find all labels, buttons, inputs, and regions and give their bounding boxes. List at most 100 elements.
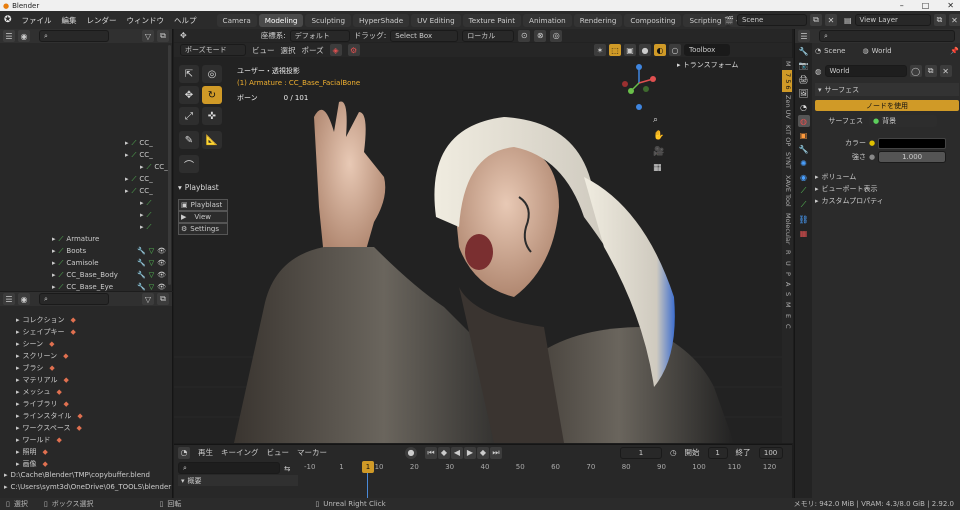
sidetab-xave-tool[interactable]: XAVE Tool <box>782 172 792 210</box>
editor-type-icon[interactable]: ☰ <box>3 30 15 42</box>
keyframe-icon[interactable]: ◈ <box>329 44 342 56</box>
jump-end-icon[interactable]: ⏭ <box>490 446 502 459</box>
sidetab-kit-op[interactable]: KIT OP <box>782 122 792 149</box>
new-collection-icon[interactable]: ⧉ <box>157 30 169 42</box>
zoom-icon[interactable]: ⌕ <box>653 115 664 125</box>
expand-arrow-icon[interactable]: ▸ <box>125 187 129 195</box>
pin-icon[interactable]: 📌 <box>950 47 959 55</box>
relax-tool-icon[interactable]: ⌒ <box>179 155 199 173</box>
surface-panel-header[interactable]: ▾ サーフェス <box>815 83 959 96</box>
delete-scene-icon[interactable]: ✕ <box>824 14 837 26</box>
blend-search-input[interactable]: ⌕ <box>39 293 109 305</box>
drag-dropdown[interactable]: Select Box <box>390 29 459 42</box>
datablock-item[interactable]: ▸ ワールド ◆ <box>0 434 172 446</box>
xray-icon[interactable]: ▣ <box>624 44 636 56</box>
prev-key-icon[interactable]: ◆ <box>438 446 450 459</box>
expand-arrow-icon[interactable]: ▸ <box>140 211 144 219</box>
sidetab-m[interactable]: M <box>782 58 792 70</box>
tab-hypershade[interactable]: HyperShade <box>353 13 410 27</box>
unlink-world-icon[interactable]: ✕ <box>939 65 952 77</box>
vertex-group-icon[interactable]: ▽ <box>149 271 154 279</box>
marker-menu[interactable]: マーカー <box>297 447 327 458</box>
datablock-item[interactable]: ▸ マテリアル ◆ <box>0 374 172 386</box>
use-nodes-button[interactable]: ノードを使用 <box>815 100 959 111</box>
texture-props-icon[interactable]: ▦ <box>798 227 810 239</box>
library-item[interactable]: ▸ C:\Users\symt3d\OneDrive\06_TOOLS\blend… <box>0 481 172 493</box>
physics-props-icon[interactable]: ◉ <box>798 171 810 183</box>
editor-type-icon[interactable]: ☰ <box>798 30 810 42</box>
surface-shader-field[interactable]: ● 背景 <box>869 115 937 127</box>
close-button[interactable]: ✕ <box>947 1 954 10</box>
render-shading-icon[interactable]: ○ <box>669 44 681 56</box>
filter-icon[interactable]: ▽ <box>142 293 154 305</box>
duplicate-world-icon[interactable]: ⧉ <box>924 65 937 77</box>
visibility-eye-icon[interactable]: 👁 <box>157 259 166 267</box>
view-menu[interactable]: ビュー <box>252 45 275 56</box>
datablock-item[interactable]: ▸ スクリーン ◆ <box>0 350 172 362</box>
tab-texture-paint[interactable]: Texture Paint <box>462 13 522 27</box>
blender-menu-icon[interactable]: ✪ <box>4 15 12 25</box>
visibility-eye-icon[interactable]: 👁 <box>157 271 166 279</box>
frame-ruler[interactable]: -10 1 10 20 30 40 50 60 70 80 90 100 110 120 <box>304 462 792 474</box>
editor-type-icon[interactable]: ☰ <box>3 293 15 305</box>
view-menu[interactable]: ビュー <box>267 447 290 458</box>
outliner-row[interactable]: ▸ ⟋ <box>0 197 172 209</box>
swap-icon[interactable]: ⇆ <box>284 464 290 473</box>
playblast-button[interactable]: ▣ Playblast <box>178 199 228 211</box>
tool-props-icon[interactable]: 🔧 <box>798 45 810 57</box>
timeline-search-input[interactable]: ⌕ <box>178 462 280 474</box>
new-scene-icon[interactable]: ⧉ <box>809 14 822 26</box>
modifier-props-icon[interactable]: 🔧 <box>798 143 810 155</box>
view-layer-props-icon[interactable]: 🖼 <box>798 87 810 99</box>
expand-arrow-icon[interactable]: ▸ <box>16 316 20 324</box>
world-name-field[interactable]: World <box>824 65 907 77</box>
transform-tool-icon[interactable]: ✜ <box>202 107 222 125</box>
expand-arrow-icon[interactable]: ▸ <box>125 175 129 183</box>
snap-icon[interactable]: ⊗ <box>534 29 547 42</box>
datablock-item[interactable]: ▸ メッシュ ◆ <box>0 386 172 398</box>
next-key-icon[interactable]: ◆ <box>477 446 489 459</box>
outliner-row[interactable]: ▸ ⟋ CC_Base_Body 🔧 ▽ 👁 <box>0 269 172 281</box>
transform-panel-tab[interactable]: ▸ トランスフォーム <box>677 60 738 70</box>
solid-shading-icon[interactable]: ● <box>639 44 651 56</box>
expand-arrow-icon[interactable]: ▸ <box>16 388 20 396</box>
datablock-item[interactable]: ▸ シェイプキー ◆ <box>0 326 172 338</box>
overlay-icon[interactable]: ⬚ <box>609 44 621 56</box>
expand-arrow-icon[interactable]: ▸ <box>16 328 20 336</box>
vertex-group-icon[interactable]: ▽ <box>149 247 154 255</box>
sidetab-zen-uv[interactable]: Zen UV <box>782 92 792 122</box>
tab-sculpting[interactable]: Sculpting <box>305 13 352 27</box>
mode-dropdown[interactable]: ポーズモード <box>180 44 246 56</box>
expand-arrow-icon[interactable]: ▸ <box>16 352 20 360</box>
expand-arrow-icon[interactable]: ▸ <box>16 460 20 468</box>
tab-animation[interactable]: Animation <box>523 13 572 27</box>
expand-arrow-icon[interactable]: ▸ <box>140 163 144 171</box>
expand-arrow-icon[interactable]: ▸ <box>16 412 20 420</box>
fake-user-icon[interactable]: ◯ <box>909 65 922 77</box>
view-layer-selector[interactable]: View Layer <box>854 14 931 26</box>
start-frame-field[interactable]: 1 <box>707 446 728 459</box>
maximize-button[interactable]: □ <box>922 1 930 10</box>
outliner-row[interactable]: ▸ ⟋ CC_ <box>0 161 172 173</box>
pivot-icon[interactable]: ⊙ <box>518 29 531 42</box>
gizmo-icon[interactable]: ✶ <box>594 44 606 56</box>
menu-edit[interactable]: 編集 <box>62 15 77 26</box>
sidetab-u[interactable]: U <box>782 258 792 269</box>
scene-selector[interactable]: Scene <box>736 14 807 26</box>
sidetab-s[interactable]: S <box>782 289 792 299</box>
select-menu[interactable]: 選択 <box>281 45 296 56</box>
expand-arrow-icon[interactable]: ▸ <box>16 364 20 372</box>
datablock-item[interactable]: ▸ ライブラリ ◆ <box>0 398 172 410</box>
custom-props-panel-header[interactable]: ▸ カスタムプロパティ <box>815 195 959 207</box>
tab-compositing[interactable]: Compositing <box>624 13 682 27</box>
datablock-item[interactable]: ▸ コレクション ◆ <box>0 314 172 326</box>
new-view-layer-icon[interactable]: ⧉ <box>933 14 946 26</box>
keying-icon[interactable]: ⚙ <box>347 44 360 56</box>
expand-arrow-icon[interactable]: ▸ <box>16 436 20 444</box>
armature-props-icon[interactable]: ⟋ <box>798 185 810 197</box>
display-mode-icon[interactable]: ◉ <box>18 293 30 305</box>
properties-search-input[interactable]: ⌕ <box>819 30 955 42</box>
visibility-eye-icon[interactable]: 👁 <box>157 247 166 255</box>
move-tool-icon[interactable]: ✥ <box>179 86 199 104</box>
outliner-row[interactable]: ▸ ⟋ Boots 🔧 ▽ 👁 <box>0 245 172 257</box>
